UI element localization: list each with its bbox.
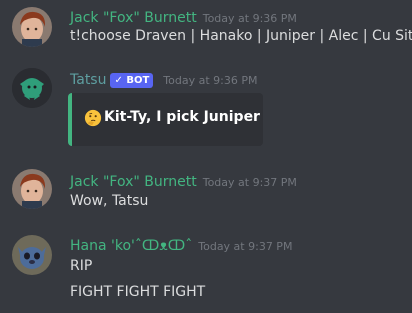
user-avatar[interactable] (12, 7, 52, 47)
username[interactable]: Jack "Fox" Burnett (70, 174, 197, 190)
redhead-avatar-icon (12, 169, 52, 209)
username[interactable]: Hana 'ko'ˆↀᴥↀˆ (70, 238, 192, 254)
stitch-avatar-icon (12, 235, 52, 275)
timestamp: Today at 9:37 PM (202, 176, 297, 189)
message-text: FIGHT FIGHT FIGHT (70, 284, 206, 300)
timestamp: Today at 9:37 PM (198, 240, 293, 253)
message-text: t!choose Draven | Hanako | Juniper | Ale… (70, 28, 412, 44)
bot-username[interactable]: Tatsu (70, 72, 106, 88)
user-avatar[interactable] (12, 169, 52, 209)
thinking-face-icon (84, 109, 102, 127)
message-text: Wow, Tatsu (70, 193, 149, 209)
redhead-avatar-icon (12, 7, 52, 47)
bot-badge: ✓ BOT (110, 73, 154, 88)
timestamp: Today at 9:36 PM (163, 74, 258, 87)
embed-text: Kit-Ty, I pick Juniper (104, 109, 260, 125)
bot-avatar[interactable] (12, 68, 52, 108)
user-avatar[interactable] (12, 235, 52, 275)
message-text: RIP (70, 258, 93, 274)
message-group: Jack "Fox" Burnett Today at 9:36 PM t!cho… (0, 0, 412, 55)
username[interactable]: Jack "Fox" Burnett (70, 10, 197, 26)
bot-embed: Kit-Ty, I pick Juniper (68, 93, 263, 146)
tatsu-bot-avatar-icon (12, 68, 52, 108)
timestamp: Today at 9:36 PM (202, 12, 297, 25)
